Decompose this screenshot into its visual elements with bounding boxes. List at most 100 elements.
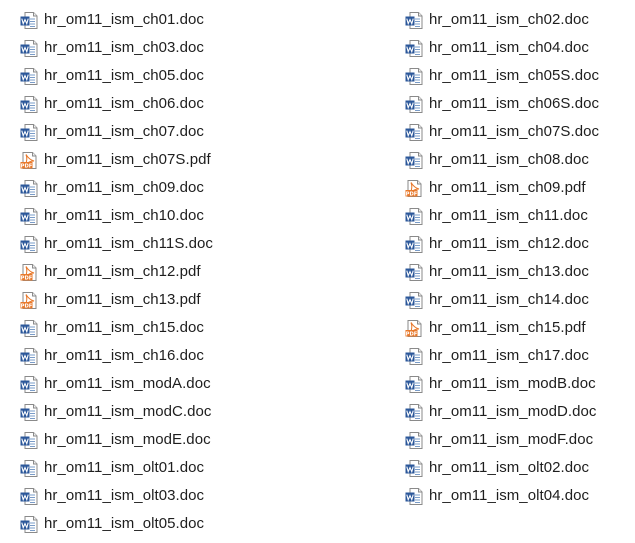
file-item[interactable]: hr_om11_ism_ch12.doc [405, 230, 599, 258]
file-item[interactable]: hr_om11_ism_ch02.doc [405, 6, 599, 34]
file-item[interactable]: hr_om11_ism_olt04.doc [405, 482, 599, 510]
file-name: hr_om11_ism_ch13.pdf [44, 291, 201, 308]
word-doc-icon [20, 39, 39, 58]
word-doc-icon [20, 431, 39, 450]
word-doc-icon [405, 67, 424, 86]
word-doc-icon [405, 235, 424, 254]
file-item[interactable]: hr_om11_ism_ch03.doc [20, 34, 213, 62]
file-item[interactable]: PDF hr_om11_ism_ch09.pdf [405, 174, 599, 202]
file-item[interactable]: hr_om11_ism_ch11S.doc [20, 230, 213, 258]
file-name: hr_om11_ism_ch05S.doc [429, 67, 600, 84]
word-doc-icon [405, 123, 424, 142]
word-doc-icon [405, 487, 424, 506]
pdf-doc-icon: PDF [20, 151, 39, 170]
file-item[interactable]: hr_om11_ism_modB.doc [405, 370, 599, 398]
file-item[interactable]: hr_om11_ism_ch14.doc [405, 286, 599, 314]
word-doc-icon [20, 67, 39, 86]
file-name: hr_om11_ism_ch01.doc [44, 11, 204, 28]
file-item[interactable]: hr_om11_ism_ch06.doc [20, 90, 213, 118]
file-item[interactable]: hr_om11_ism_modE.doc [20, 426, 213, 454]
file-item[interactable]: hr_om11_ism_modD.doc [405, 398, 599, 426]
svg-text:PDF: PDF [21, 303, 33, 309]
word-doc-icon [20, 319, 39, 338]
word-doc-icon [405, 95, 424, 114]
file-name: hr_om11_ism_olt05.doc [44, 515, 205, 532]
file-name: hr_om11_ism_olt01.doc [44, 459, 205, 476]
word-doc-icon [405, 263, 424, 282]
file-item[interactable]: PDF hr_om11_ism_ch13.pdf [20, 286, 213, 314]
file-name: hr_om11_ism_modF.doc [429, 431, 594, 448]
file-item[interactable]: hr_om11_ism_olt01.doc [20, 454, 213, 482]
file-item[interactable]: hr_om11_ism_ch15.doc [20, 314, 213, 342]
word-doc-icon [405, 151, 424, 170]
file-item[interactable]: hr_om11_ism_ch05.doc [20, 62, 213, 90]
file-name: hr_om11_ism_olt03.doc [44, 487, 205, 504]
file-name: hr_om11_ism_ch03.doc [44, 39, 204, 56]
file-item[interactable]: PDF hr_om11_ism_ch12.pdf [20, 258, 213, 286]
file-name: hr_om11_ism_ch07S.doc [429, 123, 600, 140]
word-doc-icon [20, 235, 39, 254]
file-name: hr_om11_ism_ch12.pdf [44, 263, 201, 280]
file-item[interactable]: hr_om11_ism_ch17.doc [405, 342, 599, 370]
pdf-doc-icon: PDF [405, 319, 424, 338]
word-doc-icon [405, 347, 424, 366]
file-item[interactable]: hr_om11_ism_modC.doc [20, 398, 213, 426]
word-doc-icon [20, 123, 39, 142]
word-doc-icon [20, 207, 39, 226]
word-doc-icon [20, 515, 39, 534]
file-item[interactable]: hr_om11_ism_olt03.doc [20, 482, 213, 510]
word-doc-icon [405, 375, 424, 394]
file-name: hr_om11_ism_ch09.pdf [429, 179, 586, 196]
file-name: hr_om11_ism_modD.doc [429, 403, 597, 420]
file-name: hr_om11_ism_ch04.doc [429, 39, 589, 56]
pdf-doc-icon: PDF [20, 291, 39, 310]
file-item[interactable]: hr_om11_ism_ch06S.doc [405, 90, 599, 118]
word-doc-icon [405, 459, 424, 478]
file-item[interactable]: hr_om11_ism_ch16.doc [20, 342, 213, 370]
file-item[interactable]: hr_om11_ism_ch10.doc [20, 202, 213, 230]
file-name: hr_om11_ism_ch05.doc [44, 67, 204, 84]
file-item[interactable]: PDF hr_om11_ism_ch07S.pdf [20, 146, 213, 174]
file-item[interactable]: PDF hr_om11_ism_ch15.pdf [405, 314, 599, 342]
svg-text:PDF: PDF [21, 163, 33, 169]
file-name: hr_om11_ism_ch16.doc [44, 347, 204, 364]
file-name: hr_om11_ism_modA.doc [44, 375, 211, 392]
file-name: hr_om11_ism_ch15.pdf [429, 319, 586, 336]
file-name: hr_om11_ism_ch02.doc [429, 11, 589, 28]
word-doc-icon [20, 403, 39, 422]
file-name: hr_om11_ism_ch06.doc [44, 95, 204, 112]
file-name: hr_om11_ism_ch11S.doc [44, 235, 213, 252]
file-column-left: hr_om11_ism_ch01.doc hr_om11_ism_ch03.do… [20, 6, 213, 538]
file-item[interactable]: hr_om11_ism_ch05S.doc [405, 62, 599, 90]
file-item[interactable]: hr_om11_ism_ch07.doc [20, 118, 213, 146]
file-column-right: hr_om11_ism_ch02.doc hr_om11_ism_ch04.do… [405, 6, 599, 510]
file-item[interactable]: hr_om11_ism_ch04.doc [405, 34, 599, 62]
file-name: hr_om11_ism_modC.doc [44, 403, 212, 420]
file-name: hr_om11_ism_ch10.doc [44, 207, 204, 224]
file-item[interactable]: hr_om11_ism_modF.doc [405, 426, 599, 454]
file-name: hr_om11_ism_ch07.doc [44, 123, 204, 140]
file-name: hr_om11_ism_ch17.doc [429, 347, 589, 364]
file-name: hr_om11_ism_ch09.doc [44, 179, 204, 196]
word-doc-icon [20, 11, 39, 30]
file-item[interactable]: hr_om11_ism_ch13.doc [405, 258, 599, 286]
word-doc-icon [405, 431, 424, 450]
svg-text:PDF: PDF [406, 191, 418, 197]
word-doc-icon [20, 487, 39, 506]
file-name: hr_om11_ism_modE.doc [44, 431, 211, 448]
file-name: hr_om11_ism_olt02.doc [429, 459, 590, 476]
file-item[interactable]: hr_om11_ism_ch07S.doc [405, 118, 599, 146]
file-name: hr_om11_ism_ch15.doc [44, 319, 204, 336]
file-item[interactable]: hr_om11_ism_ch01.doc [20, 6, 213, 34]
file-item[interactable]: hr_om11_ism_ch11.doc [405, 202, 599, 230]
file-name: hr_om11_ism_ch06S.doc [429, 95, 600, 112]
file-name: hr_om11_ism_olt04.doc [429, 487, 590, 504]
file-item[interactable]: hr_om11_ism_olt05.doc [20, 510, 213, 538]
word-doc-icon [20, 179, 39, 198]
file-item[interactable]: hr_om11_ism_olt02.doc [405, 454, 599, 482]
file-item[interactable]: hr_om11_ism_ch08.doc [405, 146, 599, 174]
file-item[interactable]: hr_om11_ism_ch09.doc [20, 174, 213, 202]
file-item[interactable]: hr_om11_ism_modA.doc [20, 370, 213, 398]
word-doc-icon [20, 347, 39, 366]
word-doc-icon [20, 459, 39, 478]
